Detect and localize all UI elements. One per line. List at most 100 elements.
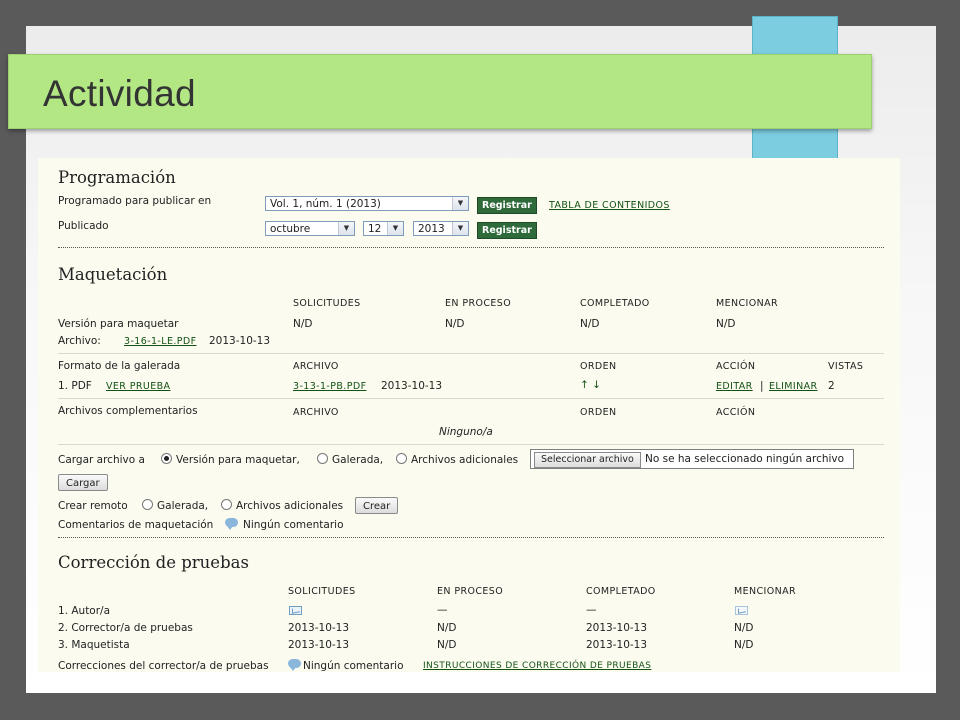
remote-radio-galerada-label: Galerada,	[157, 500, 209, 512]
radio-archivos-adicionales[interactable]	[396, 453, 407, 464]
galerada-header-accion: ACCIÓN	[716, 361, 756, 372]
file-status-text: No se ha seleccionado ningún archivo	[645, 453, 845, 465]
section-divider	[58, 247, 884, 248]
version-maquetar-label: Versión para maquetar	[58, 318, 179, 330]
upload-button[interactable]: Cargar	[58, 474, 108, 491]
radio-version-maquetar[interactable]	[161, 453, 172, 464]
galley-views-count: 2	[828, 380, 835, 392]
galley-file-link[interactable]: 3-13-1-PB.PDF	[293, 381, 366, 392]
chevron-down-icon: ▼	[338, 222, 354, 235]
col-header-solicitudes: SOLICITUDES	[293, 298, 361, 309]
radio-galerada-label: Galerada,	[332, 454, 384, 466]
version-en-proceso: N/D	[445, 318, 465, 330]
view-proof-link[interactable]: VER PRUEBA	[106, 381, 170, 392]
maquetacion-heading: Maquetación	[58, 265, 168, 284]
radio-version-maquetar-label: Versión para maquetar,	[176, 454, 300, 466]
programacion-heading: Programación	[58, 168, 176, 187]
chevron-down-icon: ▼	[452, 197, 468, 210]
no-supplementary-files: Ninguno/a	[439, 426, 493, 438]
row-divider	[58, 353, 884, 354]
registrar-date-button[interactable]: Registrar	[477, 222, 537, 239]
year-select-value: 2013	[418, 223, 445, 235]
remote-radio-galerada[interactable]	[142, 499, 153, 510]
layout-comments-value: Ningún comentario	[243, 519, 344, 531]
galerada-header-archivo: ARCHIVO	[293, 361, 339, 372]
complementarios-header-archivo: ARCHIVO	[293, 407, 339, 418]
screenshot-panel: Programación Programado para publicar en…	[38, 158, 900, 672]
chevron-down-icon: ▼	[452, 222, 468, 235]
archivo-label: Archivo:	[58, 335, 101, 347]
issue-select-value: Vol. 1, núm. 1 (2013)	[270, 198, 381, 210]
day-select-value: 12	[368, 223, 382, 235]
correccion-heading: Corrección de pruebas	[58, 553, 249, 572]
galerada-header-orden: ORDEN	[580, 361, 617, 372]
delete-galley-link[interactable]: ELIMINAR	[769, 381, 818, 392]
programado-label: Programado para publicar en	[58, 195, 212, 207]
year-select[interactable]: 2013 ▼	[413, 221, 469, 236]
proofreader-solicitudes: 2013-10-13	[288, 622, 350, 634]
radio-archivos-adicionales-label: Archivos adicionales	[411, 454, 519, 466]
layout-file-link[interactable]: 3-16-1-LE.PDF	[124, 336, 196, 347]
comment-bubble-icon[interactable]	[225, 518, 238, 530]
month-select[interactable]: octubre ▼	[265, 221, 355, 236]
row-divider	[58, 444, 884, 445]
proof-row-author: 1. Autor/a	[58, 605, 111, 617]
version-completado: N/D	[580, 318, 600, 330]
proof-header-mencionar: MENCIONAR	[734, 586, 797, 597]
layout-editor-solicitudes: 2013-10-13	[288, 639, 350, 651]
registrar-issue-button[interactable]: Registrar	[477, 197, 537, 214]
col-header-mencionar: MENCIONAR	[716, 298, 779, 309]
col-header-en-proceso: EN PROCESO	[445, 298, 512, 309]
version-solicitudes: N/D	[293, 318, 313, 330]
action-separator: |	[760, 380, 764, 392]
remote-create-label: Crear remoto	[58, 500, 128, 512]
galley-name: 1. PDF	[58, 380, 92, 392]
create-remote-button[interactable]: Crear	[355, 497, 399, 514]
envelope-icon[interactable]	[289, 606, 302, 615]
toc-link[interactable]: TABLA DE CONTENIDOS	[549, 200, 670, 211]
layout-editor-mencionar: N/D	[734, 639, 754, 651]
row-divider	[58, 398, 884, 399]
galerada-header-vistas: VISTAS	[828, 361, 864, 372]
file-upload-field[interactable]: Seleccionar archivo No se ha seleccionad…	[530, 449, 854, 469]
day-select[interactable]: 12 ▼	[363, 221, 404, 236]
proofreader-completado: 2013-10-13	[586, 622, 648, 634]
layout-file-date: 2013-10-13	[209, 335, 271, 347]
slide-title: Actividad	[43, 73, 196, 114]
proofing-instructions-link[interactable]: INSTRUCCIONES DE CORRECCIÓN DE PRUEBAS	[423, 661, 651, 671]
complementarios-label: Archivos complementarios	[58, 405, 198, 417]
version-mencionar: N/D	[716, 318, 736, 330]
envelope-icon	[735, 606, 748, 615]
proof-header-solicitudes: SOLICITUDES	[288, 586, 356, 597]
comment-bubble-icon[interactable]	[288, 659, 301, 671]
choose-file-button[interactable]: Seleccionar archivo	[534, 452, 641, 468]
proof-header-completado: COMPLETADO	[586, 586, 656, 597]
proof-row-layout-editor: 3. Maquetista	[58, 639, 130, 651]
proofreader-proceso: N/D	[437, 622, 457, 634]
edit-galley-link[interactable]: EDITAR	[716, 381, 753, 392]
remote-radio-adicionales-label: Archivos adicionales	[236, 500, 344, 512]
proof-author-completado: —	[586, 604, 597, 616]
layout-comments-label: Comentarios de maquetación	[58, 519, 214, 531]
proof-row-proofreader: 2. Corrector/a de pruebas	[58, 622, 193, 634]
galerada-label: Formato de la galerada	[58, 360, 181, 372]
layout-editor-proceso: N/D	[437, 639, 457, 651]
galley-file-date: 2013-10-13	[381, 380, 443, 392]
publicado-label: Publicado	[58, 220, 109, 232]
issue-select[interactable]: Vol. 1, núm. 1 (2013) ▼	[265, 196, 469, 211]
proofreader-mencionar: N/D	[734, 622, 754, 634]
col-header-completado: COMPLETADO	[580, 298, 650, 309]
upload-target-label: Cargar archivo a	[58, 454, 145, 466]
proof-author-proceso: —	[437, 604, 448, 616]
layout-editor-completado: 2013-10-13	[586, 639, 648, 651]
complementarios-header-orden: ORDEN	[580, 407, 617, 418]
radio-galerada[interactable]	[317, 453, 328, 464]
proof-header-en-proceso: EN PROCESO	[437, 586, 504, 597]
slide-title-bar: Actividad	[8, 54, 872, 129]
section-divider	[58, 537, 884, 538]
remote-radio-adicionales[interactable]	[221, 499, 232, 510]
complementarios-header-accion: ACCIÓN	[716, 407, 756, 418]
order-arrows-icon[interactable]: ↑ ↓	[580, 379, 601, 391]
month-select-value: octubre	[270, 223, 311, 235]
proofreader-corrections-value: Ningún comentario	[303, 660, 404, 672]
